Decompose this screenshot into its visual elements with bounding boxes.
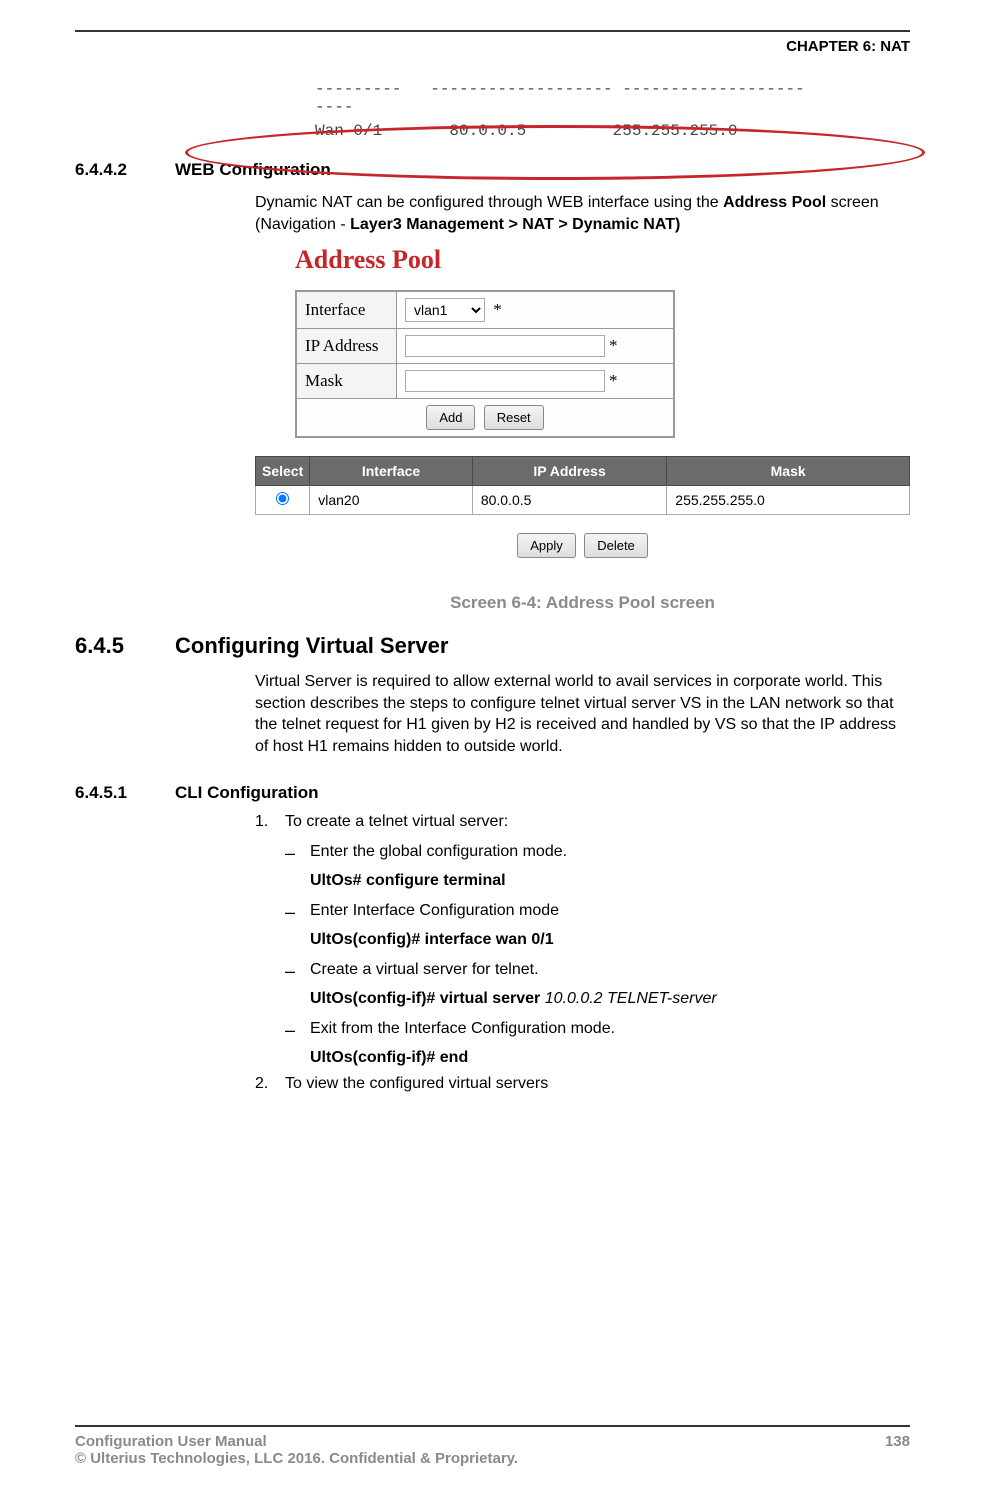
cli-command: UltOs(config-if)# virtual server 10.0.0.… [310, 990, 910, 1008]
row-mask: 255.255.255.0 [667, 486, 910, 515]
address-pool-table: Select Interface IP Address Mask vlan20 … [255, 456, 910, 515]
row-interface: vlan20 [310, 486, 473, 515]
substep-text: Exit from the Interface Configuration mo… [310, 1020, 615, 1041]
list-item: – Create a virtual server for telnet. [285, 961, 910, 982]
table-button-row: Apply Delete [255, 533, 910, 558]
interface-label: Interface [297, 292, 397, 329]
cli-row: Wan 0/1 80.0.0.5 255.255.255.0 [315, 122, 910, 140]
col-interface: Interface [310, 457, 473, 486]
address-pool-screenshot: Address Pool Interface vlan1 * IP Addres… [255, 245, 910, 515]
list-item: 2. To view the configured virtual server… [255, 1075, 910, 1093]
cli-command: UltOs# configure terminal [310, 872, 910, 890]
section-num: 6.4.5.1 [75, 783, 175, 803]
page-header: CHAPTER 6: NAT [75, 30, 910, 55]
intro-text-pre: Dynamic NAT can be configured through WE… [255, 194, 723, 211]
required-star-icon: * [609, 371, 618, 390]
ip-label: IP Address [297, 329, 397, 364]
section-title: WEB Configuration [175, 160, 331, 180]
step-text: To create a telnet virtual server: [285, 813, 508, 831]
row-ip: 80.0.0.5 [472, 486, 666, 515]
cli-command: UltOs(config)# interface wan 0/1 [310, 931, 910, 949]
step-text: To view the configured virtual servers [285, 1075, 548, 1093]
col-mask: Mask [667, 457, 910, 486]
footer-left: Configuration User Manual © Ulterius Tec… [75, 1433, 518, 1467]
cli-divider: --------- ------------------- ----------… [315, 80, 910, 116]
num-marker: 2. [255, 1075, 285, 1093]
reset-button[interactable]: Reset [484, 405, 544, 430]
list-item: 1. To create a telnet virtual server: [255, 813, 910, 831]
list-item: – Exit from the Interface Configuration … [285, 1020, 910, 1041]
intro-bold-2: Layer3 Management > NAT > Dynamic NAT) [350, 216, 680, 233]
address-pool-form: Interface vlan1 * IP Address * Mask * [295, 290, 675, 438]
section-num: 6.4.5 [75, 633, 175, 659]
num-marker: 1. [255, 813, 285, 831]
substep-text: Enter Interface Configuration mode [310, 902, 559, 923]
section-num: 6.4.4.2 [75, 160, 175, 180]
select-cell [256, 486, 310, 515]
delete-button[interactable]: Delete [584, 533, 648, 558]
substep-text: Create a virtual server for telnet. [310, 961, 539, 982]
add-button[interactable]: Add [426, 405, 475, 430]
ip-input[interactable] [405, 335, 605, 357]
substep-text: Enter the global configuration mode. [310, 843, 567, 864]
required-star-icon: * [493, 300, 502, 319]
row-select-radio[interactable] [276, 492, 289, 505]
dash-icon: – [285, 902, 310, 923]
list-item: – Enter Interface Configuration mode [285, 902, 910, 923]
dash-icon: – [285, 961, 310, 982]
interface-cell: vlan1 * [397, 292, 674, 329]
table-row: vlan20 80.0.0.5 255.255.255.0 [256, 486, 910, 515]
cli-command: UltOs(config-if)# end [310, 1049, 910, 1067]
section-645-body: Virtual Server is required to allow exte… [255, 671, 910, 757]
mask-label: Mask [297, 364, 397, 399]
section-6442-heading: 6.4.4.2 WEB Configuration [75, 160, 910, 180]
cmd-argument: 10.0.0.2 TELNET-server [545, 990, 717, 1007]
screen-caption: Screen 6-4: Address Pool screen [255, 593, 910, 613]
section-6451-heading: 6.4.5.1 CLI Configuration [75, 783, 910, 803]
address-pool-title: Address Pool [295, 245, 910, 275]
col-ip: IP Address [472, 457, 666, 486]
dash-icon: – [285, 1020, 310, 1041]
footer-copyright: © Ulterius Technologies, LLC 2016. Confi… [75, 1450, 518, 1467]
page-footer: Configuration User Manual © Ulterius Tec… [75, 1425, 910, 1467]
required-star-icon: * [609, 336, 618, 355]
section-title: CLI Configuration [175, 783, 319, 803]
col-select: Select [256, 457, 310, 486]
interface-select[interactable]: vlan1 [405, 298, 485, 322]
dash-icon: – [285, 843, 310, 864]
page-number: 138 [885, 1433, 910, 1467]
ip-cell: * [397, 329, 674, 364]
mask-input[interactable] [405, 370, 605, 392]
mask-cell: * [397, 364, 674, 399]
cli-steps-list: 1. To create a telnet virtual server: – … [255, 813, 910, 1093]
cmd-prefix: UltOs(config-if)# virtual server [310, 990, 540, 1007]
cli-output-block: --------- ------------------- ----------… [315, 80, 910, 140]
list-item: – Enter the global configuration mode. [285, 843, 910, 864]
chapter-label: CHAPTER 6: NAT [786, 38, 910, 55]
section-6442-intro: Dynamic NAT can be configured through WE… [255, 192, 910, 235]
intro-bold-1: Address Pool [723, 194, 826, 211]
section-645-heading: 6.4.5 Configuring Virtual Server [75, 633, 910, 659]
section-title: Configuring Virtual Server [175, 633, 448, 659]
form-button-row: Add Reset [297, 399, 674, 437]
apply-button[interactable]: Apply [517, 533, 576, 558]
footer-title: Configuration User Manual [75, 1433, 518, 1450]
